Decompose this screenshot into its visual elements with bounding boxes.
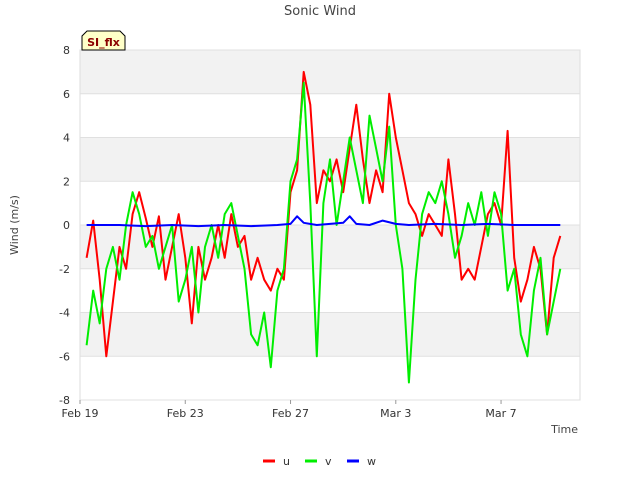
legend: u v w [263,455,376,468]
x-tick-labels: Feb 19 Feb 23 Feb 27 Mar 3 Mar 7 [62,400,517,420]
x-tick-label: Feb 27 [272,407,309,420]
x-tick-label: Feb 19 [62,407,99,420]
legend-label-u: u [283,455,290,468]
plot-band [80,181,580,225]
y-tick-label: 0 [63,219,70,232]
plot-band [80,312,580,357]
y-tick-label: -4 [59,307,70,320]
y-tick-label: -8 [59,394,70,407]
y-tick-label: 8 [63,44,70,57]
y-tick-labels: -8 -6 -4 -2 0 2 4 6 8 [59,44,70,407]
chart-title: Sonic Wind [284,4,356,19]
x-tick-label: Mar 7 [485,407,516,420]
legend-label-v: v [325,455,332,468]
x-axis-label: Time [550,423,578,436]
y-tick-label: -6 [59,350,70,363]
y-tick-label: -2 [59,263,70,276]
y-tick-label: 2 [63,175,70,188]
chart-root: -8 -6 -4 -2 0 2 4 6 8 Feb 19 Feb 23 Feb 27 Mar 3 Mar… [0,0,640,480]
x-tick-label: Mar 3 [380,407,411,420]
y-tick-label: 6 [63,88,70,101]
badge-label: SI_flx [87,36,120,49]
chart-svg: -8 -6 -4 -2 0 2 4 6 8 Feb 19 Feb 23 Feb 27 Mar 3 Mar… [8,4,581,468]
plot-band [80,50,580,94]
y-axis-label: Wind (m/s) [8,195,21,255]
plot-band [80,356,580,400]
legend-label-w: w [367,455,376,468]
plot-band [80,268,580,313]
x-tick-label: Feb 23 [167,407,204,420]
plot-band [80,93,580,138]
y-tick-label: 4 [63,132,70,145]
station-badge: SI_flx [81,30,126,51]
